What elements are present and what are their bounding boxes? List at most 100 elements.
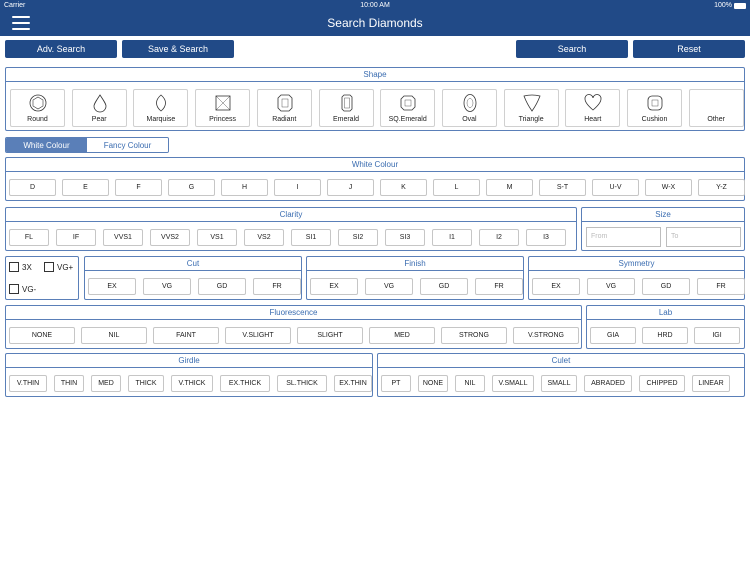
culet-option[interactable]: SMALL xyxy=(541,375,577,392)
shape-marquise[interactable]: Marquise xyxy=(133,89,189,127)
symmetry-option[interactable]: GD xyxy=(642,278,690,295)
culet-title: Culet xyxy=(378,354,744,368)
girdle-option[interactable]: MED xyxy=(91,375,121,392)
white-option[interactable]: K xyxy=(380,179,427,196)
finish-panel: Finish EX VG GD FR xyxy=(306,256,524,300)
white-option[interactable]: D xyxy=(9,179,56,196)
culet-option[interactable]: NONE xyxy=(418,375,448,392)
save-search-button[interactable]: Save & Search xyxy=(122,40,234,58)
shape-sqemerald[interactable]: SQ.Emerald xyxy=(380,89,436,127)
girdle-option[interactable]: THICK xyxy=(128,375,164,392)
check-3x[interactable]: 3X xyxy=(9,262,32,272)
symmetry-panel: Symmetry EX VG GD FR xyxy=(528,256,745,300)
finish-option[interactable]: GD xyxy=(420,278,468,295)
culet-option[interactable]: NIL xyxy=(455,375,485,392)
clarity-option[interactable]: FL xyxy=(9,229,49,246)
white-option[interactable]: F xyxy=(115,179,162,196)
white-option[interactable]: S-T xyxy=(539,179,586,196)
white-option[interactable]: E xyxy=(62,179,109,196)
shape-round[interactable]: Round xyxy=(10,89,65,127)
check-vg-minus[interactable]: VG- xyxy=(9,284,36,294)
checkbox-icon xyxy=(44,262,54,272)
shape-other[interactable]: Other xyxy=(688,89,744,127)
shape-radiant[interactable]: Radiant xyxy=(256,89,312,127)
reset-button[interactable]: Reset xyxy=(633,40,745,58)
clarity-option[interactable]: I3 xyxy=(526,229,566,246)
shape-cushion[interactable]: Cushion xyxy=(627,89,682,127)
clarity-option[interactable]: I1 xyxy=(432,229,472,246)
white-option[interactable]: I xyxy=(274,179,321,196)
girdle-option[interactable]: EX.THIN xyxy=(334,375,372,392)
symmetry-option[interactable]: EX xyxy=(532,278,580,295)
fluorescence-option[interactable]: FAINT xyxy=(153,327,219,344)
clarity-option[interactable]: VVS1 xyxy=(103,229,143,246)
clarity-option[interactable]: SI3 xyxy=(385,229,425,246)
culet-option[interactable]: LINEAR xyxy=(692,375,730,392)
girdle-option[interactable]: THIN xyxy=(54,375,84,392)
white-option[interactable]: L xyxy=(433,179,480,196)
clarity-option[interactable]: SI2 xyxy=(338,229,378,246)
cut-option[interactable]: EX xyxy=(88,278,136,295)
white-option[interactable]: M xyxy=(486,179,533,196)
culet-option[interactable]: PT xyxy=(381,375,411,392)
fluorescence-option[interactable]: SLIGHT xyxy=(297,327,363,344)
girdle-option[interactable]: EX.THICK xyxy=(220,375,270,392)
culet-option[interactable]: ABRADED xyxy=(584,375,632,392)
fluorescence-option[interactable]: V.STRONG xyxy=(513,327,579,344)
size-from-input[interactable]: From xyxy=(586,227,661,247)
clarity-option[interactable]: SI1 xyxy=(291,229,331,246)
fluorescence-option[interactable]: V.SLIGHT xyxy=(225,327,291,344)
white-option[interactable]: Y-Z xyxy=(698,179,745,196)
white-option[interactable]: W-X xyxy=(645,179,692,196)
culet-option[interactable]: V.SMALL xyxy=(492,375,534,392)
cut-option[interactable]: GD xyxy=(198,278,246,295)
checkbox-icon xyxy=(9,284,19,294)
fluorescence-option[interactable]: STRONG xyxy=(441,327,507,344)
clarity-option[interactable]: IF xyxy=(56,229,96,246)
lab-option[interactable]: GIA xyxy=(590,327,636,344)
fluorescence-option[interactable]: MED xyxy=(369,327,435,344)
clarity-option[interactable]: I2 xyxy=(479,229,519,246)
tab-fancy-colour[interactable]: Fancy Colour xyxy=(87,138,168,152)
white-option[interactable]: H xyxy=(221,179,268,196)
cut-option[interactable]: VG xyxy=(143,278,191,295)
size-to-input[interactable]: To xyxy=(666,227,741,247)
finish-title: Finish xyxy=(307,257,523,271)
cut-option[interactable]: FR xyxy=(253,278,301,295)
search-button[interactable]: Search xyxy=(516,40,628,58)
clarity-option[interactable]: VS2 xyxy=(244,229,284,246)
lab-option[interactable]: IGI xyxy=(694,327,740,344)
shape-label: Cushion xyxy=(641,116,668,123)
shape-oval[interactable]: Oval xyxy=(441,89,497,127)
fluorescence-option[interactable]: NIL xyxy=(81,327,147,344)
culet-option[interactable]: CHIPPED xyxy=(639,375,685,392)
adv-search-button[interactable]: Adv. Search xyxy=(5,40,117,58)
shape-princess[interactable]: Princess xyxy=(195,89,251,127)
shape-heart[interactable]: Heart xyxy=(565,89,621,127)
finish-option[interactable]: VG xyxy=(365,278,413,295)
finish-option[interactable]: FR xyxy=(475,278,523,295)
battery-icon xyxy=(734,2,746,9)
colour-tabs: White Colour Fancy Colour xyxy=(5,137,169,153)
check-vg-plus[interactable]: VG+ xyxy=(44,262,73,272)
finish-option[interactable]: EX xyxy=(310,278,358,295)
white-option[interactable]: G xyxy=(168,179,215,196)
white-option[interactable]: J xyxy=(327,179,374,196)
shape-pear[interactable]: Pear xyxy=(71,89,127,127)
symmetry-option[interactable]: VG xyxy=(587,278,635,295)
clarity-option[interactable]: VS1 xyxy=(197,229,237,246)
white-option[interactable]: U-V xyxy=(592,179,639,196)
lab-option[interactable]: HRD xyxy=(642,327,688,344)
checkbox-icon xyxy=(9,262,19,272)
shape-triangle[interactable]: Triangle xyxy=(503,89,559,127)
symmetry-option[interactable]: FR xyxy=(697,278,745,295)
girdle-option[interactable]: SL.THICK xyxy=(277,375,327,392)
lab-panel: Lab GIA HRD IGI xyxy=(586,305,745,349)
shape-emerald[interactable]: Emerald xyxy=(318,89,374,127)
shape-label: Marquise xyxy=(146,116,176,123)
tab-white-colour[interactable]: White Colour xyxy=(6,138,87,152)
girdle-option[interactable]: V.THIN xyxy=(9,375,47,392)
girdle-option[interactable]: V.THICK xyxy=(171,375,213,392)
clarity-option[interactable]: VVS2 xyxy=(150,229,190,246)
fluorescence-option[interactable]: NONE xyxy=(9,327,75,344)
